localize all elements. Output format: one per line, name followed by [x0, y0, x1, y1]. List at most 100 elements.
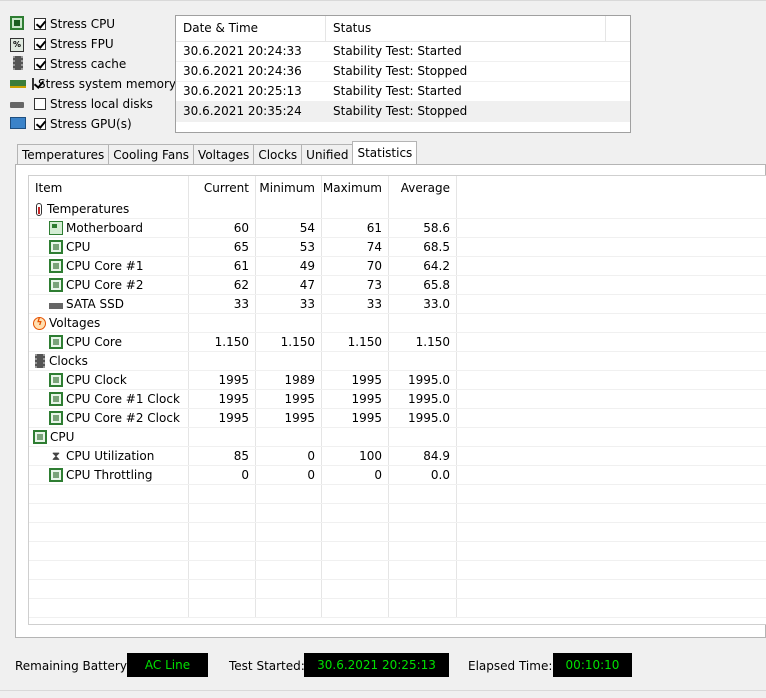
stats-empty-cell [256, 580, 322, 598]
stats-row[interactable]: CPU Core #1 61 49 70 64.2 [29, 257, 766, 276]
ssd-icon [49, 303, 63, 309]
stats-row[interactable]: ⧗ CPU Utilization 85 0 100 84.9 [29, 447, 766, 466]
stats-average: 33.0 [389, 295, 457, 313]
stress-fpu-option[interactable]: % Stress FPU [10, 34, 175, 54]
status-log[interactable]: Date & Time Status 30.6.2021 20:24:33 St… [175, 15, 631, 133]
stats-row[interactable]: CPU Core #2 Clock 1995 1995 1995 1995.0 [29, 409, 766, 428]
stats-empty-cell [256, 561, 322, 579]
log-status: Stability Test: Started [333, 44, 462, 58]
stats-empty-row [29, 523, 766, 542]
stats-empty-cell [256, 485, 322, 503]
log-header-status[interactable]: Status [326, 16, 606, 41]
stats-average [389, 314, 457, 332]
stats-maximum: 70 [322, 257, 389, 275]
stress-disks-option[interactable]: Stress local disks [10, 94, 175, 114]
stats-empty-cell [29, 504, 189, 522]
stats-group-row[interactable]: Temperatures [29, 200, 766, 219]
stats-row[interactable]: Motherboard 60 54 61 58.6 [29, 219, 766, 238]
header-item[interactable]: Item [29, 176, 189, 200]
stress-fpu-checkbox[interactable] [34, 38, 46, 50]
stress-cache-checkbox[interactable] [34, 58, 46, 70]
cpu-icon [49, 335, 63, 349]
stats-average [389, 428, 457, 446]
stats-empty-cell [189, 561, 256, 579]
stats-current: 60 [189, 219, 256, 237]
stats-maximum: 0 [322, 466, 389, 484]
log-row[interactable]: 30.6.2021 20:24:36 Stability Test: Stopp… [176, 62, 630, 82]
tab-unified[interactable]: Unified [301, 144, 354, 164]
header-average[interactable]: Average [389, 176, 457, 200]
stress-cpu-label: Stress CPU [50, 17, 116, 31]
stress-gpu-option[interactable]: Stress GPU(s) [10, 114, 175, 134]
tab-voltages[interactable]: Voltages [193, 144, 255, 164]
stats-row[interactable]: CPU Core #2 62 47 73 65.8 [29, 276, 766, 295]
stats-empty-cell [29, 561, 189, 579]
stats-item-label: CPU Core #1 Clock [66, 391, 180, 406]
stats-average: 84.9 [389, 447, 457, 465]
log-datetime: 30.6.2021 20:24:33 [183, 44, 302, 58]
stats-empty-cell [322, 580, 389, 598]
stats-row[interactable]: CPU Throttling 0 0 0 0.0 [29, 466, 766, 485]
stats-group-row[interactable]: ϟ Voltages [29, 314, 766, 333]
log-header-datetime[interactable]: Date & Time [176, 16, 326, 41]
stats-empty-cell [389, 523, 457, 541]
stress-gpu-checkbox[interactable] [34, 118, 46, 130]
log-status: Stability Test: Started [333, 84, 462, 98]
stats-row[interactable]: CPU Core #1 Clock 1995 1995 1995 1995.0 [29, 390, 766, 409]
stats-empty-cell [389, 599, 457, 617]
tab-statistics[interactable]: Statistics [352, 141, 418, 164]
stats-empty-cell [189, 523, 256, 541]
stats-row[interactable]: CPU Clock 1995 1989 1995 1995.0 [29, 371, 766, 390]
stats-average [389, 352, 457, 370]
stats-row[interactable]: CPU Core 1.150 1.150 1.150 1.150 [29, 333, 766, 352]
stats-current: 61 [189, 257, 256, 275]
tab-cooling-fans[interactable]: Cooling Fans [108, 144, 195, 164]
test-started-label: Test Started: [229, 659, 305, 673]
header-maximum[interactable]: Maximum [322, 176, 389, 200]
stats-minimum [256, 314, 322, 332]
log-row[interactable]: 30.6.2021 20:35:24 Stability Test: Stopp… [176, 102, 630, 122]
stats-row[interactable]: CPU 65 53 74 68.5 [29, 238, 766, 257]
log-status: Stability Test: Stopped [333, 104, 468, 118]
stats-average: 1.150 [389, 333, 457, 351]
stats-item-cell: CPU [29, 238, 189, 256]
tab-temperatures[interactable]: Temperatures [17, 144, 110, 164]
stats-item-label: CPU Core #2 [66, 277, 144, 292]
motherboard-icon [49, 221, 63, 235]
cpu-icon [49, 259, 63, 273]
log-row[interactable]: 30.6.2021 20:24:33 Stability Test: Start… [176, 42, 630, 62]
stats-minimum: 1995 [256, 409, 322, 427]
stats-current: 85 [189, 447, 256, 465]
statistics-table[interactable]: Item Current Minimum Maximum Average Tem… [28, 175, 766, 625]
stats-empty-cell [389, 561, 457, 579]
stats-minimum [256, 352, 322, 370]
stats-average: 0.0 [389, 466, 457, 484]
gpu-icon [10, 116, 28, 132]
stats-group-row[interactable]: Clocks [29, 352, 766, 371]
log-row[interactable]: 30.6.2021 20:25:13 Stability Test: Start… [176, 82, 630, 102]
stress-memory-label: Stress system memory [38, 77, 177, 91]
stress-cache-option[interactable]: Stress cache [10, 54, 175, 74]
stats-item-cell: CPU Core #2 [29, 276, 189, 294]
stats-empty-cell [389, 542, 457, 560]
stress-cpu-option[interactable]: Stress CPU [10, 14, 175, 34]
stats-row[interactable]: SATA SSD 33 33 33 33.0 [29, 295, 766, 314]
status-bar: Remaining Battery: AC Line Test Started:… [0, 648, 766, 684]
cpu-icon [49, 392, 63, 406]
stats-item-cell: Temperatures [29, 200, 189, 218]
memory-icon [10, 76, 26, 92]
stats-current: 65 [189, 238, 256, 256]
stats-empty-cell [389, 580, 457, 598]
header-minimum[interactable]: Minimum [256, 176, 322, 200]
stats-maximum [322, 352, 389, 370]
stress-memory-checkbox[interactable] [32, 78, 34, 90]
stress-disks-checkbox[interactable] [34, 98, 46, 110]
stats-group-row[interactable]: CPU [29, 428, 766, 447]
header-current[interactable]: Current [189, 176, 256, 200]
stats-maximum: 100 [322, 447, 389, 465]
stress-memory-option[interactable]: Stress system memory [10, 74, 177, 94]
tab-clocks[interactable]: Clocks [253, 144, 303, 164]
stats-body: Temperatures Motherboard 60 54 61 58.6 CPU 65 53… [29, 200, 766, 618]
stress-cpu-checkbox[interactable] [34, 18, 46, 30]
stats-average: 64.2 [389, 257, 457, 275]
